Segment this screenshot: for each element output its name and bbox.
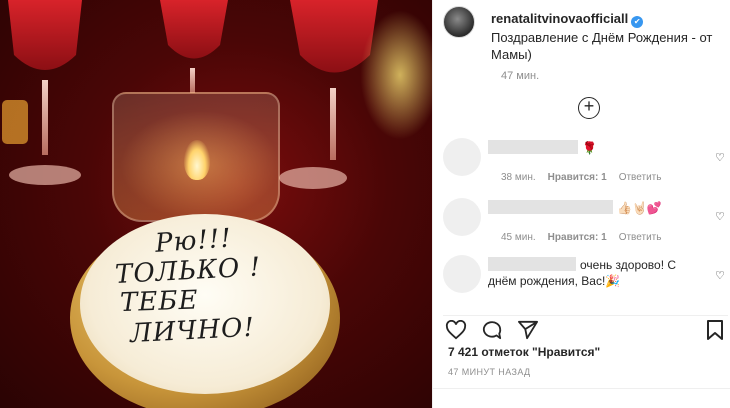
comment-time: 45 мин. bbox=[501, 232, 536, 243]
comment: 👍🏻🤘🏻💕 45 мин. Нравится: 1 Ответить ♡ bbox=[443, 198, 728, 254]
bookmark-icon[interactable] bbox=[705, 319, 725, 341]
background-lights bbox=[360, 10, 432, 140]
verified-badge-icon: ✔ bbox=[631, 16, 644, 28]
comment-bubble-icon[interactable] bbox=[481, 320, 503, 340]
redacted-username bbox=[488, 257, 576, 271]
comment: 🌹 38 мин. Нравится: 1 Ответить ♡ bbox=[443, 138, 728, 194]
add-comment-bar[interactable] bbox=[433, 388, 730, 408]
caption-text: Поздравление с Днём Рождения - от Мамы) bbox=[491, 30, 713, 62]
post-action-bar bbox=[443, 315, 728, 341]
likes-count[interactable]: 7 421 отметок "Нравится" bbox=[448, 345, 600, 359]
comment-like-count[interactable]: Нравится: 1 bbox=[548, 172, 607, 183]
author-username[interactable]: renatalitvinova​officiall bbox=[491, 11, 628, 26]
post-time: 47 мин. bbox=[501, 70, 540, 82]
post-photo[interactable]: Рю!!! ТОЛЬКО ! ТЕБЕ ЛИЧНО! bbox=[0, 0, 432, 408]
redacted-username bbox=[488, 140, 578, 154]
comment-like-heart-icon[interactable]: ♡ bbox=[715, 210, 725, 223]
caption: renatalitvinova​officiall ✔ Поздравление … bbox=[491, 10, 730, 63]
comment-like-heart-icon[interactable]: ♡ bbox=[715, 269, 725, 282]
reply-button[interactable]: Ответить bbox=[619, 172, 662, 183]
comment-body: 🌹 bbox=[488, 140, 703, 156]
lid-handwriting: Рю!!! ТОЛЬКО ! ТЕБЕ ЛИЧНО! bbox=[110, 224, 310, 350]
comment-avatar[interactable] bbox=[443, 198, 481, 236]
comment-body: очень здорово! С днём рождения, Вас!🎉 bbox=[488, 257, 703, 289]
comment-text: 🌹 bbox=[582, 141, 597, 155]
author-avatar[interactable] bbox=[443, 6, 475, 38]
comment-time: 38 мин. bbox=[501, 172, 536, 183]
comment-avatar[interactable] bbox=[443, 138, 481, 176]
post-side-panel: renatalitvinova​officiall ✔ Поздравление … bbox=[432, 0, 730, 408]
redacted-username bbox=[488, 200, 613, 214]
load-more-comments-button[interactable]: + bbox=[578, 97, 600, 119]
comment-body: 👍🏻🤘🏻💕 bbox=[488, 200, 703, 216]
comment-avatar[interactable] bbox=[443, 255, 481, 293]
comment-like-count[interactable]: Нравится: 1 bbox=[548, 232, 607, 243]
comment-like-heart-icon[interactable]: ♡ bbox=[715, 151, 725, 164]
candle-flame-icon bbox=[184, 140, 210, 180]
share-plane-icon[interactable] bbox=[517, 320, 539, 340]
post-timestamp: 47 МИНУТ НАЗАД bbox=[448, 367, 531, 377]
comment-meta: 45 мин. Нравится: 1 Ответить bbox=[501, 232, 673, 243]
comment-text: 👍🏻🤘🏻💕 bbox=[617, 201, 662, 215]
like-heart-icon[interactable] bbox=[445, 320, 467, 340]
comment: очень здорово! С днём рождения, Вас!🎉 ♡ bbox=[443, 255, 728, 311]
reply-button[interactable]: Ответить bbox=[619, 232, 662, 243]
comment-meta: 38 мин. Нравится: 1 Ответить bbox=[501, 172, 673, 183]
